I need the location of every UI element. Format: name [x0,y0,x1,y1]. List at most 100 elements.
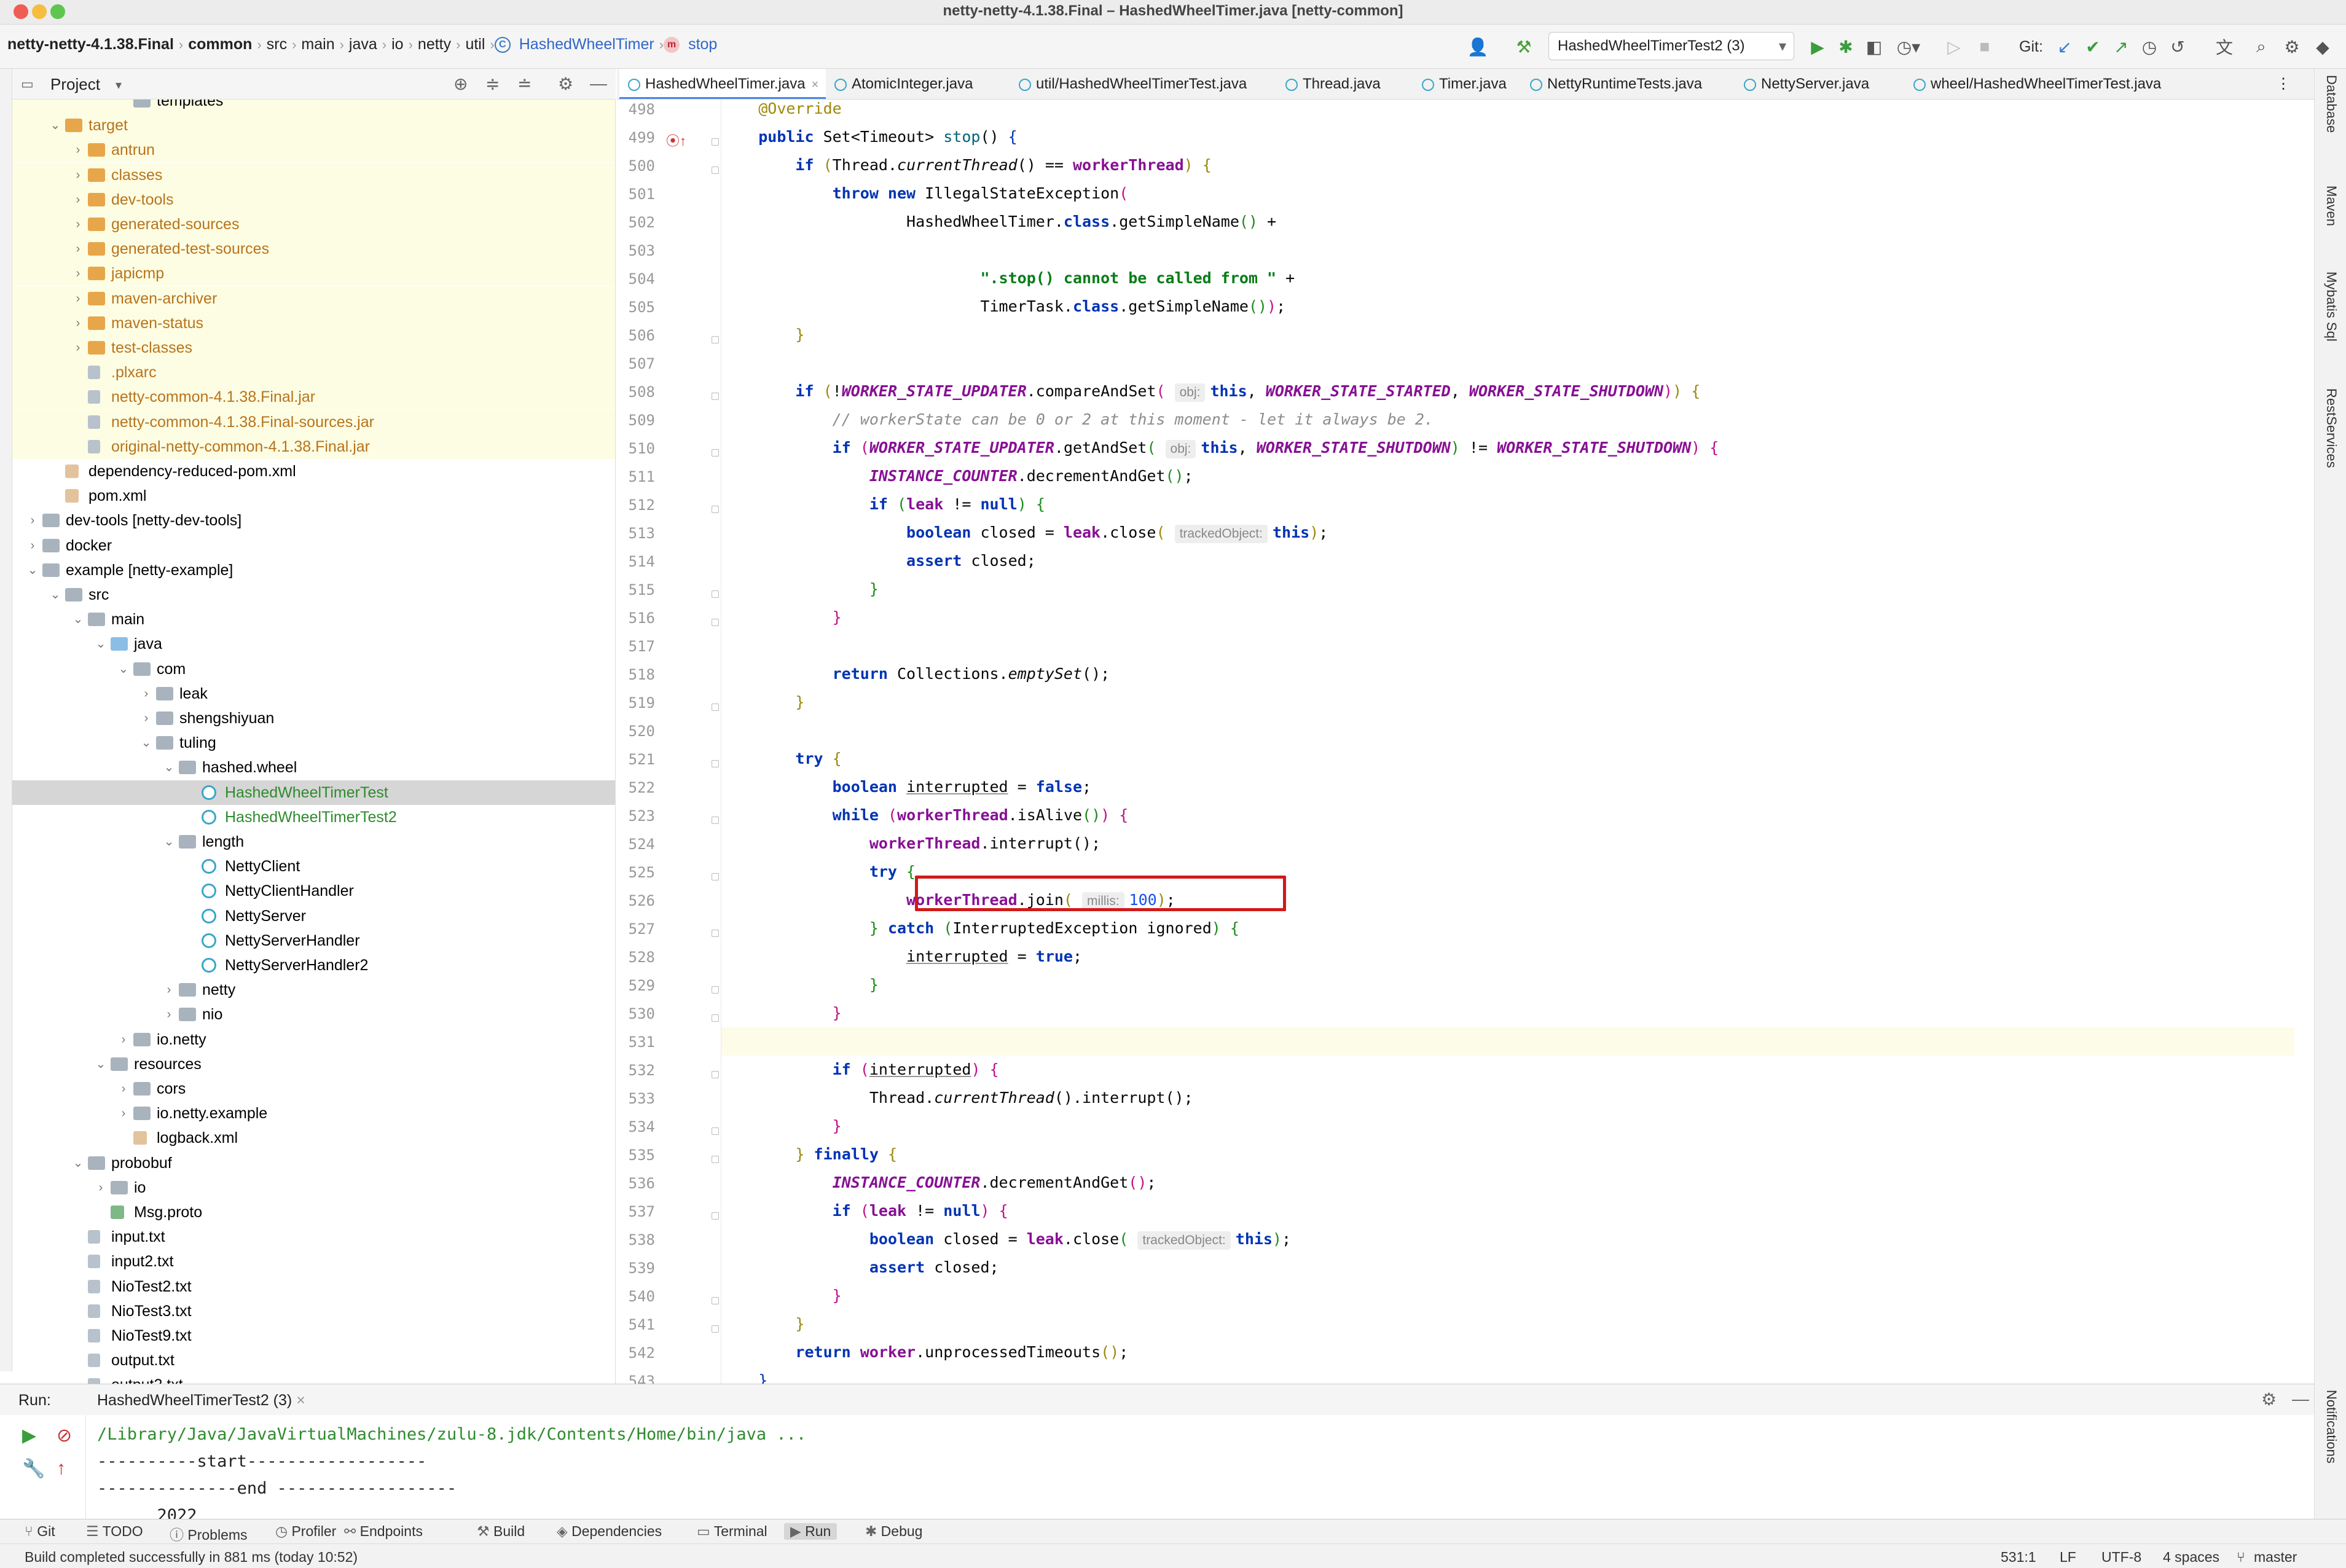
chevron-right-icon[interactable]: › [71,311,85,335]
line-number[interactable]: 531 [617,1033,655,1051]
fold-marker-icon[interactable] [712,986,719,994]
line-number[interactable]: 530 [617,1005,655,1022]
ide-logo-icon[interactable]: ◆ [2310,36,2335,58]
tree-item[interactable]: ⌄ example [netty-example] [12,558,615,582]
chevron-right-icon[interactable]: › [71,163,85,187]
git-commit-icon[interactable]: ✔ [2081,36,2105,58]
hide-panel-icon[interactable]: — [590,74,607,93]
tab-thread-java[interactable]: Thread.java [1277,69,1413,99]
tree-item[interactable]: › leak [12,681,615,706]
tree-item[interactable]: › japicmp [12,261,615,286]
tree-item[interactable]: › shengshiyuan [12,706,615,731]
tree-item[interactable]: ⌄ main [12,607,615,632]
breadcrumb-item[interactable]: java [344,36,382,53]
chevron-right-icon[interactable]: › [116,1101,131,1126]
bottom-tab-todo[interactable]: ☰ TODO [86,1523,143,1540]
arrow-up-icon[interactable]: ↑ [57,1458,66,1479]
git-branch[interactable]: master [2254,1549,2297,1566]
line-separator[interactable]: LF [2060,1549,2076,1566]
tree-item[interactable]: ⌄ length [12,829,615,854]
line-number[interactable]: 510 [617,440,655,457]
step-icon[interactable]: ▷ [1942,36,1966,58]
hide-panel-icon[interactable]: — [2292,1389,2309,1409]
close-tab-icon[interactable]: × [812,78,819,92]
tree-item[interactable]: NioTest3.txt [12,1299,615,1323]
chevron-right-icon[interactable]: › [25,533,40,558]
stop-icon[interactable]: ■ [1972,36,1997,58]
line-number[interactable]: 503 [617,242,655,259]
chevron-right-icon[interactable]: › [25,508,40,533]
fold-marker-icon[interactable] [712,336,719,343]
breadcrumb-item[interactable]: main [296,36,339,53]
chevron-down-icon[interactable]: ⌄ [25,558,40,582]
tree-item[interactable]: .plxarc [12,360,615,385]
indent-setting[interactable]: 4 spaces [2163,1549,2219,1566]
line-number[interactable]: 505 [617,299,655,316]
project-panel-title[interactable]: Project [50,75,100,94]
git-push-icon[interactable]: ↗ [2109,36,2133,58]
tree-item[interactable]: NettyClientHandler [12,879,615,903]
fold-marker-icon[interactable] [712,704,719,711]
line-number[interactable]: 509 [617,412,655,429]
chevron-right-icon[interactable]: › [116,1076,131,1101]
fold-marker-icon[interactable] [712,1297,719,1304]
fold-marker-icon[interactable] [712,1212,719,1220]
tool-window-mybatis-sql[interactable]: Mybatis Sql [2323,272,2339,342]
line-number[interactable]: 500 [617,157,655,174]
profile-icon[interactable]: ◷▾ [1890,36,1927,58]
line-number[interactable]: 516 [617,610,655,627]
fold-marker-icon[interactable] [712,449,719,457]
tree-item[interactable]: input.txt [12,1225,615,1249]
tree-item[interactable]: netty-common-4.1.38.Final.jar [12,385,615,410]
tree-item[interactable]: ⌄ com [12,657,615,681]
breadcrumb-item[interactable]: io [386,36,408,53]
run-icon[interactable]: ▶ [1805,36,1830,58]
close-icon[interactable]: × [296,1392,305,1409]
tree-item[interactable]: › classes [12,162,615,187]
tool-window-notifications[interactable]: Notifications [2323,1390,2339,1464]
tool-window-database[interactable]: Database [2323,75,2339,133]
chevron-right-icon[interactable]: › [162,978,176,1002]
tab-hashedwheeltimer-java[interactable]: HashedWheelTimer.java × [619,69,826,99]
tree-item[interactable]: › test-classes [12,335,615,360]
chevron-down-icon[interactable]: ▾ [116,77,122,93]
line-number[interactable]: 504 [617,270,655,288]
tree-item[interactable]: NioTest9.txt [12,1323,615,1348]
fold-marker-icon[interactable] [712,930,719,937]
line-number[interactable]: 532 [617,1062,655,1079]
chevron-down-icon[interactable]: ⌄ [48,113,63,138]
breadcrumb-item[interactable]: stop [683,36,722,53]
collapse-all-icon[interactable]: ≐ [517,74,532,94]
gear-icon[interactable]: ⚙ [2261,1389,2277,1409]
tree-item[interactable]: NettyClient [12,854,615,879]
breadcrumb-item[interactable]: netty [413,36,456,53]
tree-item[interactable]: › docker [12,533,615,558]
tree-item[interactable]: › io [12,1175,615,1200]
gear-icon[interactable]: ⚙ [558,74,573,94]
bottom-tab-terminal[interactable]: ▭ Terminal [697,1523,767,1540]
line-number[interactable]: 513 [617,525,655,542]
chevron-down-icon[interactable]: ⌄ [48,582,63,607]
fold-marker-icon[interactable] [712,1325,719,1333]
tree-item[interactable]: › generated-test-sources [12,237,615,262]
tree-item[interactable]: › dev-tools [netty-dev-tools] [12,508,615,533]
expand-all-icon[interactable]: ≑ [485,74,500,94]
chevron-down-icon[interactable]: ⌄ [71,1151,85,1175]
line-number[interactable]: 527 [617,920,655,938]
line-number[interactable]: 542 [617,1344,655,1362]
fold-marker-icon[interactable] [712,1127,719,1135]
line-number[interactable]: 511 [617,468,655,485]
line-number[interactable]: 535 [617,1147,655,1164]
line-number[interactable]: 526 [617,892,655,909]
chevron-down-icon[interactable]: ⌄ [162,755,176,780]
git-update-icon[interactable]: ↙ [2052,36,2077,58]
chevron-down-icon[interactable]: ⌄ [116,657,131,681]
line-number[interactable]: 514 [617,553,655,570]
debug-icon[interactable]: ✱ [1834,36,1858,58]
tree-item[interactable]: templates [12,100,615,113]
line-number[interactable]: 521 [617,751,655,768]
tree-item[interactable]: › generated-sources [12,212,615,237]
line-number[interactable]: 512 [617,496,655,514]
line-number[interactable]: 498 [617,101,655,118]
line-number[interactable]: 528 [617,949,655,966]
